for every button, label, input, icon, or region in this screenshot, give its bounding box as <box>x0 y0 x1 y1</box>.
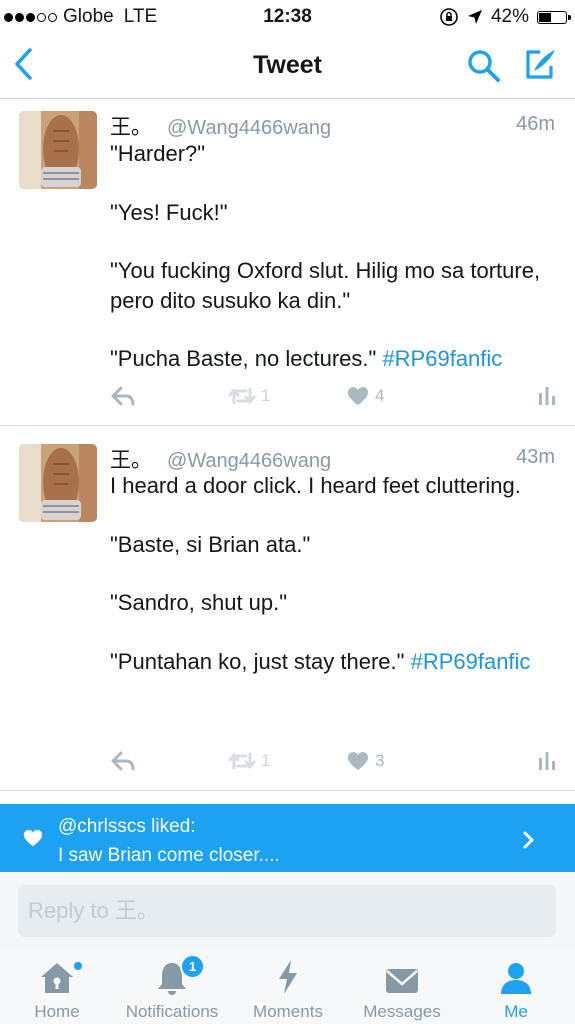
liked-tweet-preview: I saw Brian come closer.... <box>58 845 280 866</box>
tab-bar: Home 1 Notifications Moments Messages Me <box>0 948 575 1024</box>
person-icon <box>501 963 531 994</box>
tab-messages[interactable]: Messages <box>352 954 452 1022</box>
retweet-icon <box>228 752 256 770</box>
tweet[interactable]: 王。 @Wang4466wang 46m "Harder?" "Yes! Fuc… <box>0 99 575 426</box>
tweet-paragraph: "Harder?" <box>110 141 206 166</box>
tweet-text-segment: "Puntahan ko, just stay there." <box>110 648 411 674</box>
tweet-timestamp: 46m <box>516 113 555 135</box>
notification-count-badge: 1 <box>180 954 205 979</box>
nav-bar: Tweet <box>0 34 575 99</box>
status-bar: Globe LTE 12:38 42% <box>0 0 575 34</box>
reply-icon <box>111 386 135 406</box>
tab-moments[interactable]: Moments <box>246 954 330 1022</box>
reply-bar <box>0 872 575 949</box>
location-arrow-icon <box>467 10 482 24</box>
heart-icon <box>23 829 43 847</box>
tab-notifications[interactable]: 1 Notifications <box>116 954 228 1022</box>
status-bar-right: 42% <box>439 6 571 28</box>
tweet-paragraph: "Yes! Fuck!" <box>110 199 228 225</box>
tab-label: Moments <box>253 1002 323 1021</box>
compose-button[interactable] <box>522 46 558 82</box>
tab-label: Notifications <box>125 1002 219 1021</box>
retweet-count: 1 <box>261 751 271 770</box>
tweet-actions: 1 3 <box>0 750 575 776</box>
analytics-icon <box>539 752 555 770</box>
retweet-button[interactable]: 1 <box>228 385 270 407</box>
lightning-icon <box>279 960 297 994</box>
user-name[interactable]: 王。 <box>110 444 152 474</box>
reply-input[interactable] <box>18 885 556 937</box>
heart-icon <box>347 752 369 770</box>
tweet-paragraph: "Pucha Baste, no lectures." #RP69fanfic <box>110 344 560 374</box>
analytics-button[interactable] <box>538 385 556 407</box>
tweet-timestamp: 43m <box>516 446 555 468</box>
search-button[interactable] <box>466 48 502 84</box>
reply-icon <box>111 751 135 771</box>
liked-by-text: @chrlsscs liked: <box>58 816 196 837</box>
orientation-lock-icon <box>440 8 458 26</box>
home-icon <box>41 963 73 993</box>
battery-percent: 42% <box>490 6 529 27</box>
avatar[interactable] <box>19 444 97 522</box>
hashtag-link[interactable]: #RP69fanfic <box>382 346 502 371</box>
tweet-paragraph: "Puntahan ko, just stay there." #RP69fan… <box>110 647 560 677</box>
retweet-button[interactable]: 1 <box>228 750 270 772</box>
battery-icon <box>537 10 571 24</box>
tab-label: Messages <box>363 1002 441 1021</box>
search-icon <box>468 50 500 82</box>
analytics-button[interactable] <box>538 750 556 772</box>
tweet-text: I heard a door click. I heard feet clutt… <box>110 471 560 676</box>
hashtag-link[interactable]: #RP69fanfic <box>411 649 531 674</box>
reply-button[interactable] <box>110 385 136 407</box>
reply-button[interactable] <box>110 750 136 772</box>
avatar[interactable] <box>19 111 97 189</box>
tab-home[interactable]: Home <box>18 954 96 1022</box>
envelope-icon <box>386 969 418 993</box>
user-name[interactable]: 王。 <box>110 111 152 141</box>
user-handle[interactable]: @Wang4466wang <box>167 450 331 473</box>
tweet-paragraph: "You fucking Oxford slut. Hilig mo sa to… <box>110 258 541 313</box>
tweet-paragraph: "Baste, si Brian ata." <box>110 531 311 557</box>
user-handle[interactable]: @Wang4466wang <box>167 117 331 140</box>
tweet-text: "Harder?" "Yes! Fuck!" "You fucking Oxfo… <box>110 139 560 374</box>
avatar-image <box>19 444 97 522</box>
new-content-indicator <box>74 962 82 970</box>
tweet-paragraph: "Sandro, shut up." <box>110 590 288 615</box>
compose-icon <box>526 50 555 79</box>
analytics-icon <box>539 387 555 405</box>
avatar-image <box>19 111 97 189</box>
liked-notification-banner[interactable]: @chrlsscs liked: I saw Brian come closer… <box>0 804 575 872</box>
tab-label: Home <box>34 1002 80 1021</box>
tweet-paragraph: I heard a door click. I heard feet clutt… <box>110 473 521 498</box>
like-button[interactable]: 3 <box>346 750 384 772</box>
chevron-right-icon <box>523 831 534 849</box>
heart-icon <box>347 387 369 405</box>
tweet-header: 王。 @Wang4466wang <box>110 444 331 474</box>
like-count: 3 <box>375 751 385 770</box>
tweet-actions: 1 4 <box>0 385 575 411</box>
tab-me[interactable]: Me <box>486 954 546 1022</box>
like-count: 4 <box>375 386 385 405</box>
retweet-count: 1 <box>261 386 271 405</box>
tab-label: Me <box>504 1002 528 1021</box>
retweet-icon <box>228 387 256 405</box>
tweet[interactable]: 王。 @Wang4466wang 43m I heard a door clic… <box>0 426 575 791</box>
tweet-text-segment: "Pucha Baste, no lectures." <box>110 346 383 371</box>
tweet-header: 王。 @Wang4466wang <box>110 111 331 141</box>
like-button[interactable]: 4 <box>346 385 384 407</box>
